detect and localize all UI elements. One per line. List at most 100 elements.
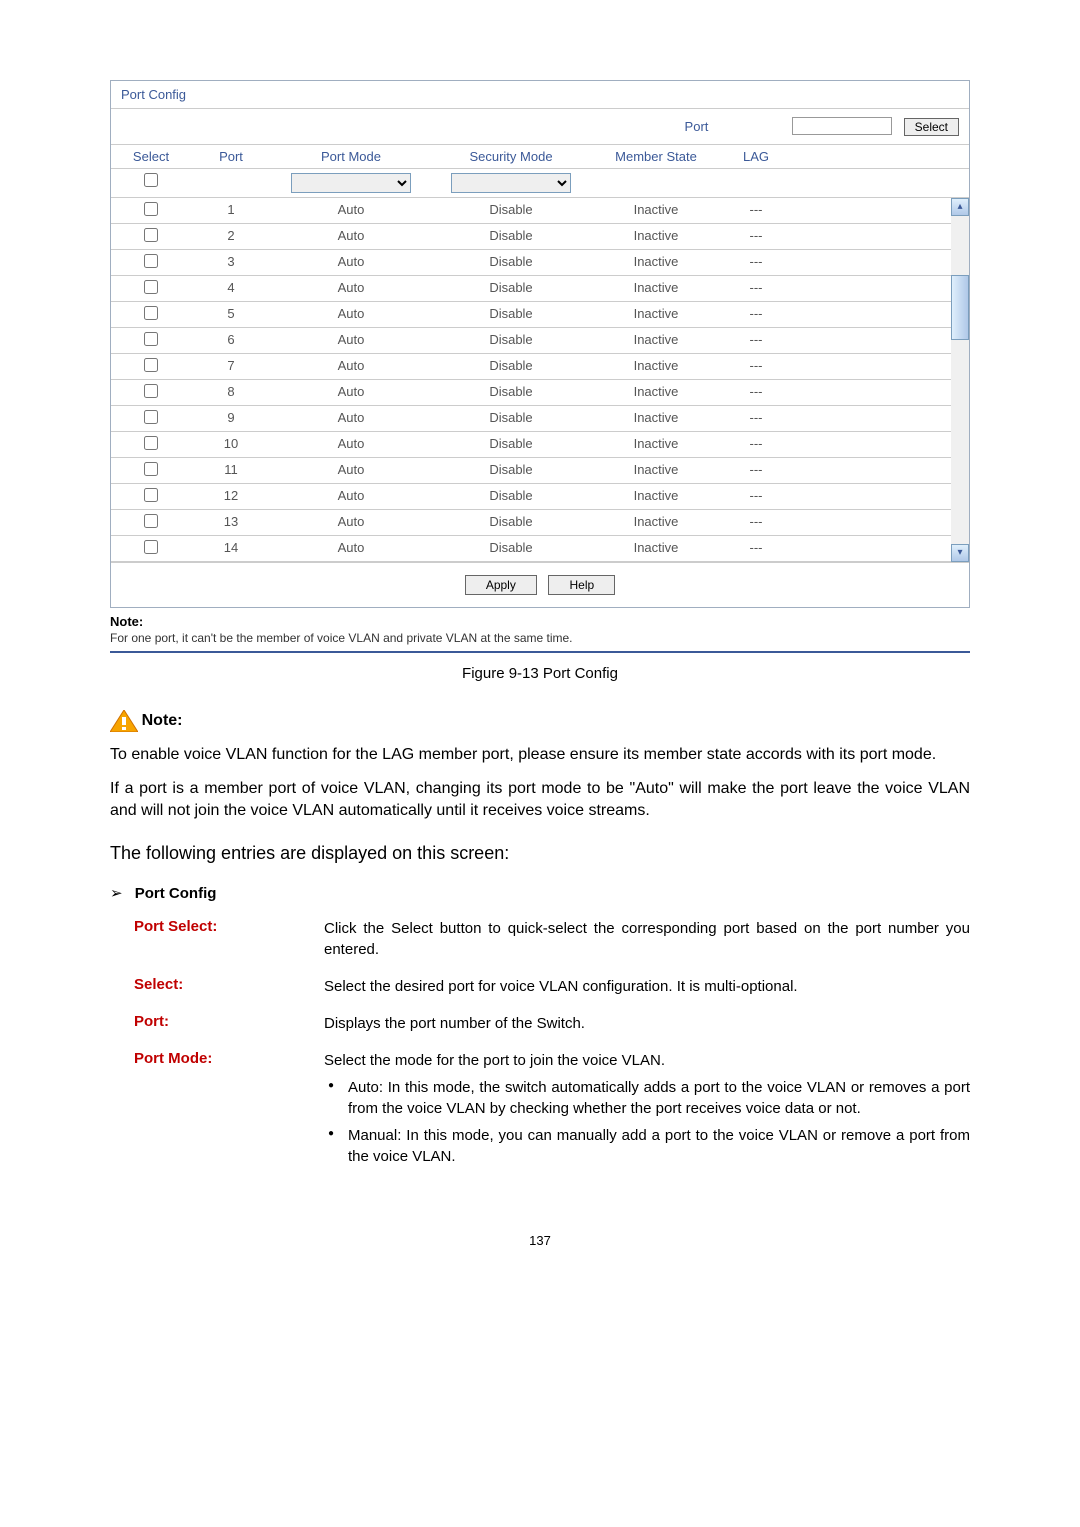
cell-portmode: Auto (271, 540, 431, 557)
cell-secmode: Disable (431, 514, 591, 531)
cell-port: 11 (191, 462, 271, 479)
row-checkbox[interactable] (144, 410, 158, 424)
cell-memberstate: Inactive (591, 202, 721, 219)
inline-note-title: Note: (110, 614, 970, 629)
row-checkbox[interactable] (144, 514, 158, 528)
cell-lag: --- (721, 514, 791, 531)
table-row: 1AutoDisableInactive--- (111, 198, 969, 224)
note-para-2: If a port is a member port of voice VLAN… (110, 778, 970, 823)
cell-port: 1 (191, 202, 271, 219)
cell-secmode: Disable (431, 228, 591, 245)
cell-lag: --- (721, 436, 791, 453)
cell-portmode: Auto (271, 488, 431, 505)
cell-memberstate: Inactive (591, 410, 721, 427)
cell-lag: --- (721, 462, 791, 479)
figure-caption: Figure 9-13 Port Config (110, 653, 970, 694)
header-memberstate: Member State (591, 149, 721, 164)
row-checkbox[interactable] (144, 540, 158, 554)
desc-def-port: Displays the port number of the Switch. (324, 1013, 970, 1034)
portmode-filter[interactable] (291, 173, 411, 193)
cell-secmode: Disable (431, 332, 591, 349)
row-checkbox[interactable] (144, 332, 158, 346)
scroll-down-icon[interactable]: ▾ (951, 544, 969, 562)
help-button[interactable]: Help (548, 575, 615, 595)
arrow-icon: ➢ (110, 884, 123, 902)
row-checkbox[interactable] (144, 462, 158, 476)
secmode-filter[interactable] (451, 173, 571, 193)
row-checkbox[interactable] (144, 228, 158, 242)
cell-secmode: Disable (431, 358, 591, 375)
page-number: 137 (110, 1233, 970, 1248)
cell-portmode: Auto (271, 436, 431, 453)
cell-portmode: Auto (271, 332, 431, 349)
header-select: Select (111, 149, 191, 164)
cell-secmode: Disable (431, 436, 591, 453)
row-checkbox[interactable] (144, 358, 158, 372)
row-checkbox[interactable] (144, 384, 158, 398)
table-row: 4AutoDisableInactive--- (111, 276, 969, 302)
table-header: Select Port Port Mode Security Mode Memb… (111, 145, 969, 169)
desc-def-select: Select the desired port for voice VLAN c… (324, 976, 970, 997)
row-checkbox[interactable] (144, 436, 158, 450)
select-all-checkbox[interactable] (144, 173, 158, 187)
cell-lag: --- (721, 280, 791, 297)
note-para-1: To enable voice VLAN function for the LA… (110, 744, 970, 766)
panel-footer: Apply Help (111, 562, 969, 607)
cell-port: 3 (191, 254, 271, 271)
cell-port: 5 (191, 306, 271, 323)
desc-row: Port Mode: Select the mode for the port … (134, 1050, 970, 1173)
row-checkbox[interactable] (144, 280, 158, 294)
warning-icon (110, 710, 138, 732)
desc-term-port: Port: (134, 1013, 324, 1034)
apply-button[interactable]: Apply (465, 575, 537, 595)
cell-lag: --- (721, 488, 791, 505)
row-checkbox[interactable] (144, 254, 158, 268)
cell-lag: --- (721, 410, 791, 427)
scrollbar[interactable]: ▴ ▾ (951, 198, 969, 562)
cell-memberstate: Inactive (591, 280, 721, 297)
inline-note-text: For one port, it can't be the member of … (110, 629, 970, 647)
cell-lag: --- (721, 306, 791, 323)
table-row: 2AutoDisableInactive--- (111, 224, 969, 250)
cell-lag: --- (721, 358, 791, 375)
cell-port: 4 (191, 280, 271, 297)
cell-memberstate: Inactive (591, 488, 721, 505)
row-checkbox[interactable] (144, 306, 158, 320)
port-search-row: Port Select (111, 109, 969, 145)
cell-memberstate: Inactive (591, 540, 721, 557)
cell-memberstate: Inactive (591, 332, 721, 349)
desc-row: Port Select: Click the Select button to … (134, 918, 970, 960)
cell-portmode: Auto (271, 280, 431, 297)
cell-port: 13 (191, 514, 271, 531)
cell-lag: --- (721, 228, 791, 245)
desc-def-portselect: Click the Select button to quick-select … (324, 918, 970, 960)
cell-lag: --- (721, 384, 791, 401)
cell-secmode: Disable (431, 254, 591, 271)
cell-lag: --- (721, 332, 791, 349)
row-checkbox[interactable] (144, 488, 158, 502)
scroll-up-icon[interactable]: ▴ (951, 198, 969, 216)
note-block: Note: (110, 710, 970, 732)
cell-secmode: Disable (431, 202, 591, 219)
select-button[interactable]: Select (904, 118, 959, 136)
cell-secmode: Disable (431, 280, 591, 297)
cell-lag: --- (721, 254, 791, 271)
inline-note: Note: For one port, it can't be the memb… (110, 608, 970, 653)
table-row: 6AutoDisableInactive--- (111, 328, 969, 354)
table-row: 3AutoDisableInactive--- (111, 250, 969, 276)
desc-term-select: Select: (134, 976, 324, 997)
table-row: 14AutoDisableInactive--- (111, 536, 969, 562)
port-input[interactable] (792, 117, 892, 135)
cell-secmode: Disable (431, 384, 591, 401)
table-row: 7AutoDisableInactive--- (111, 354, 969, 380)
table-row: 8AutoDisableInactive--- (111, 380, 969, 406)
cell-portmode: Auto (271, 514, 431, 531)
desc-term-portmode: Port Mode: (134, 1050, 324, 1173)
scroll-track[interactable] (951, 216, 969, 544)
scroll-thumb[interactable] (951, 275, 969, 341)
desc-def-portmode: Select the mode for the port to join the… (324, 1050, 970, 1173)
cell-portmode: Auto (271, 254, 431, 271)
row-checkbox[interactable] (144, 202, 158, 216)
cell-port: 9 (191, 410, 271, 427)
cell-lag: --- (721, 202, 791, 219)
